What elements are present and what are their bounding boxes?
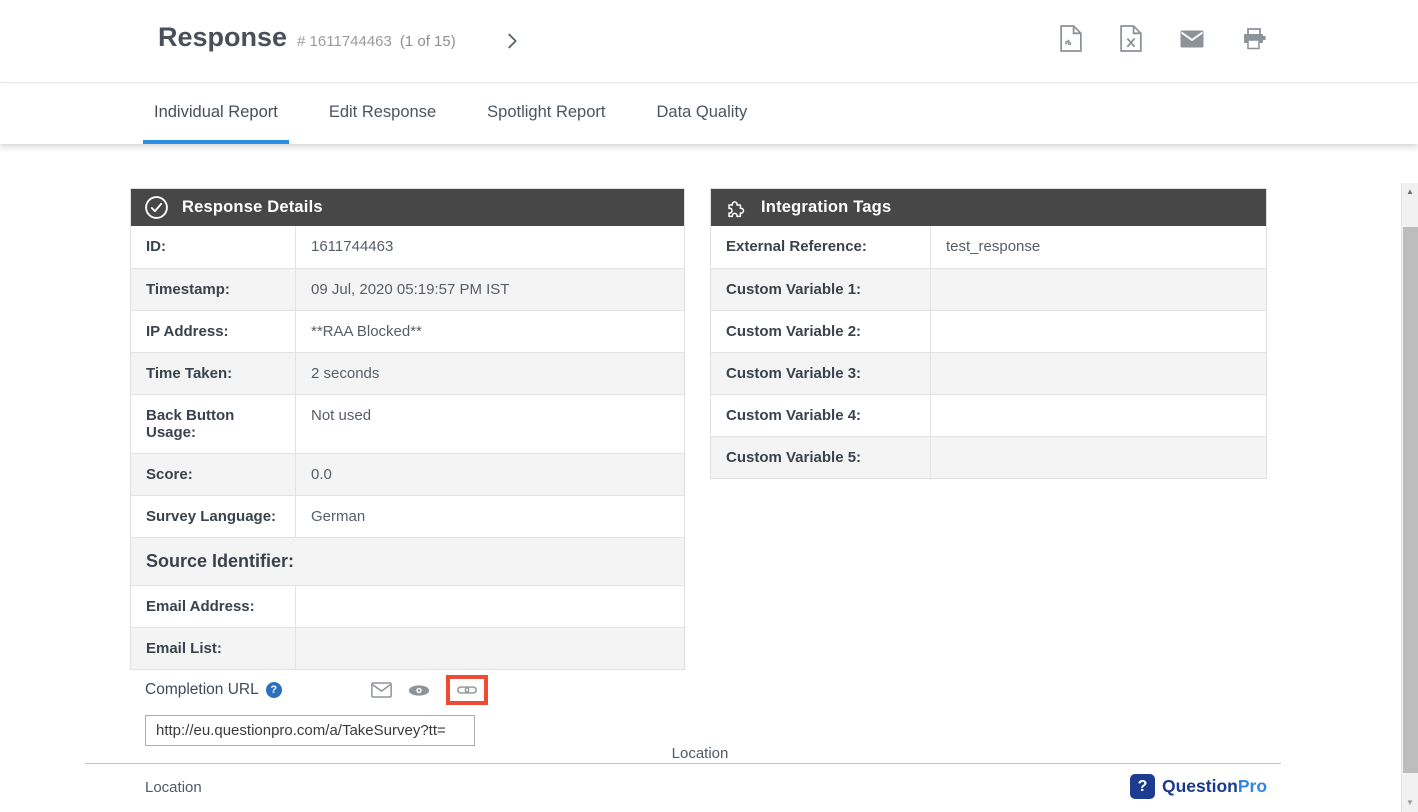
row-value <box>296 586 684 627</box>
row-label: Score: <box>131 454 296 495</box>
copy-link-icon[interactable] <box>457 684 477 696</box>
questionpro-logo[interactable]: ? QuestionPro <box>1130 774 1267 799</box>
table-row: Time Taken: 2 seconds <box>131 352 684 394</box>
table-row: Email List: <box>131 627 684 669</box>
tab-data-quality[interactable]: Data Quality <box>645 84 758 144</box>
row-label: Survey Language: <box>131 496 296 537</box>
questionpro-logo-text: QuestionPro <box>1162 776 1267 797</box>
chevron-right-icon <box>501 30 523 52</box>
row-value: Not used <box>296 395 684 453</box>
completion-url-label: Completion URL <box>145 681 259 699</box>
row-label: External Reference: <box>711 226 931 268</box>
row-label: Back Button Usage: <box>131 395 296 453</box>
table-row: Timestamp: 09 Jul, 2020 05:19:57 PM IST <box>131 268 684 310</box>
response-details-table: Response Details ID: 1611744463 Timestam… <box>130 188 685 670</box>
table-row: Email Address: <box>131 585 684 627</box>
integration-tags-header: Integration Tags <box>711 189 1266 226</box>
completion-url-input[interactable] <box>145 715 475 746</box>
scroll-up-arrow-icon[interactable]: ▲ <box>1402 187 1418 197</box>
email-url-icon[interactable] <box>371 682 392 698</box>
table-row: Score: 0.0 <box>131 453 684 495</box>
row-value <box>931 269 1266 310</box>
row-label: ID: <box>131 226 296 268</box>
row-value: German <box>296 496 684 537</box>
location-section-title: Location <box>0 745 1400 762</box>
table-row: ID: 1611744463 <box>131 226 684 268</box>
row-value: 09 Jul, 2020 05:19:57 PM IST <box>296 269 684 310</box>
row-label: Custom Variable 3: <box>711 353 931 394</box>
table-row: External Reference: test_response <box>711 226 1266 268</box>
help-icon[interactable]: ? <box>266 682 282 698</box>
completion-url-actions <box>371 675 481 705</box>
row-label: Time Taken: <box>131 353 296 394</box>
row-label: Custom Variable 2: <box>711 311 931 352</box>
row-value: 0.0 <box>296 454 684 495</box>
table-row: Survey Language: German <box>131 495 684 537</box>
row-value: 1611744463 <box>296 226 684 268</box>
preview-eye-icon[interactable] <box>408 683 430 698</box>
vertical-scrollbar[interactable]: ▲ ▼ <box>1401 183 1418 812</box>
highlight-box <box>446 675 488 705</box>
response-position: (1 of 15) <box>400 33 456 50</box>
check-circle-icon <box>144 195 169 220</box>
row-label: Email Address: <box>131 586 296 627</box>
row-value: test_response <box>931 226 1266 268</box>
row-label: Email List: <box>131 628 296 669</box>
table-row: Custom Variable 4: <box>711 394 1266 436</box>
row-value <box>931 395 1266 436</box>
print-icon[interactable] <box>1242 27 1266 51</box>
table-row: Custom Variable 5: <box>711 436 1266 478</box>
table-row: IP Address: **RAA Blocked** <box>131 310 684 352</box>
next-response-button[interactable] <box>499 28 525 54</box>
table-row: Back Button Usage: Not used <box>131 394 684 453</box>
row-label: IP Address: <box>131 311 296 352</box>
tab-bar: Individual Report Edit Response Spotligh… <box>0 84 1418 144</box>
tab-spotlight-report[interactable]: Spotlight Report <box>476 84 616 144</box>
source-identifier-section: Source Identifier: <box>131 537 684 585</box>
location-label: Location <box>145 779 202 796</box>
completion-url-section: Completion URL ? <box>145 670 481 746</box>
excel-export-icon[interactable] <box>1120 25 1142 52</box>
scrollbar-thumb[interactable] <box>1403 227 1418 773</box>
scroll-down-arrow-icon[interactable]: ▼ <box>1402 798 1418 808</box>
tab-individual-report[interactable]: Individual Report <box>143 84 289 144</box>
row-value: 2 seconds <box>296 353 684 394</box>
table-row: Custom Variable 2: <box>711 310 1266 352</box>
table-row: Custom Variable 1: <box>711 268 1266 310</box>
row-value <box>296 628 684 669</box>
top-header: Response # 1611744463 (1 of 15) <box>0 0 1418 83</box>
table-title: Response Details <box>182 198 323 217</box>
row-value: **RAA Blocked** <box>296 311 684 352</box>
header-actions <box>1060 25 1266 52</box>
table-title: Integration Tags <box>761 198 891 217</box>
table-row: Custom Variable 3: <box>711 352 1266 394</box>
row-value <box>931 353 1266 394</box>
row-value <box>931 311 1266 352</box>
pdf-export-icon[interactable] <box>1060 25 1082 52</box>
response-details-header: Response Details <box>131 189 684 226</box>
response-title-group: Response # 1611744463 (1 of 15) <box>158 22 456 53</box>
row-value <box>931 437 1266 478</box>
integration-tags-table: Integration Tags External Reference: tes… <box>710 188 1267 479</box>
row-label: Custom Variable 5: <box>711 437 931 478</box>
divider <box>85 763 1281 764</box>
row-label: Custom Variable 4: <box>711 395 931 436</box>
email-icon[interactable] <box>1180 30 1204 48</box>
row-label: Timestamp: <box>131 269 296 310</box>
page-title: Response <box>158 22 287 53</box>
response-number: # 1611744463 <box>297 33 392 50</box>
tab-edit-response[interactable]: Edit Response <box>318 84 447 144</box>
puzzle-icon <box>724 196 748 220</box>
row-label: Custom Variable 1: <box>711 269 931 310</box>
questionpro-logo-icon: ? <box>1130 774 1155 799</box>
